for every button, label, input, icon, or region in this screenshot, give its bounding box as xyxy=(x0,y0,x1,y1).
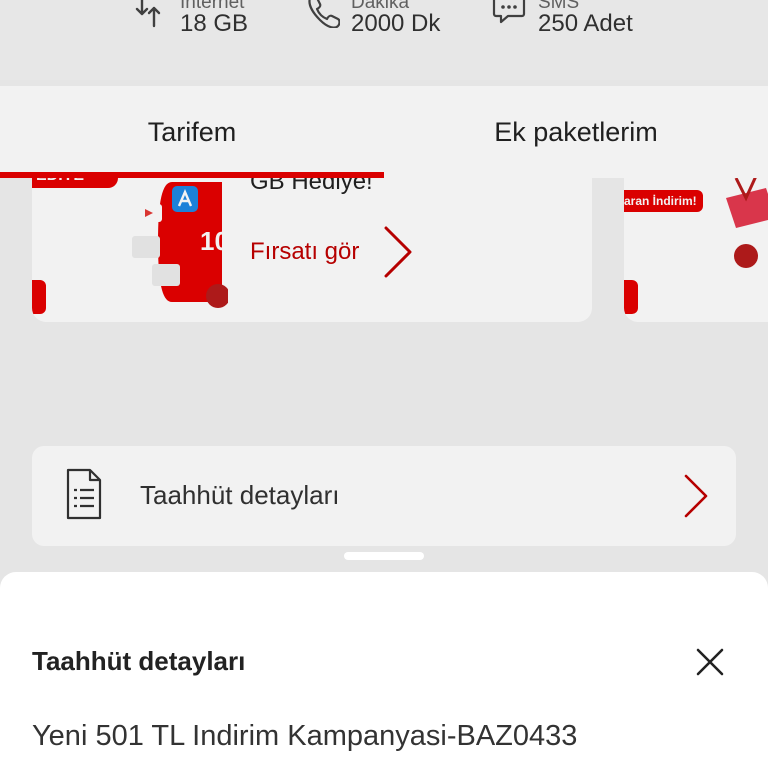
close-icon[interactable] xyxy=(692,644,728,680)
sheet-title: Taahhüt detayları xyxy=(32,646,246,676)
campaign-name: Yeni 501 TL Indirim Kampanyasi-BAZ0433 xyxy=(32,720,578,752)
sheet-drag-handle[interactable] xyxy=(344,552,424,560)
commitment-details-sheet: Taahhüt detayları Yeni 501 TL Indirim Ka… xyxy=(0,572,768,768)
